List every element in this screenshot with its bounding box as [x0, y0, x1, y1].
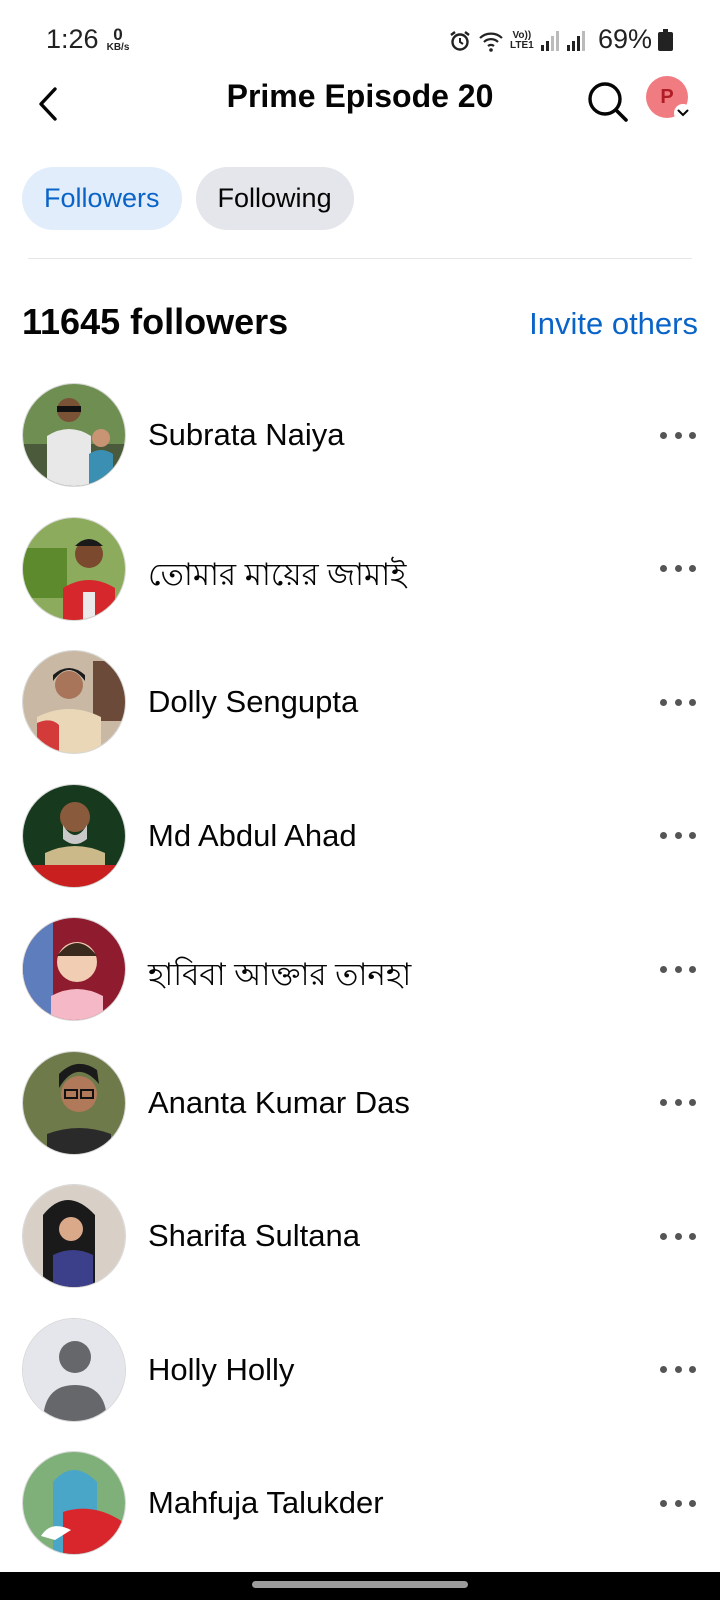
status-time: 1:26	[46, 24, 99, 54]
invite-others-link[interactable]: Invite others	[529, 306, 698, 342]
wifi-icon	[479, 32, 503, 52]
list-item[interactable]: হাবিবা আক্তার তানহা	[0, 917, 720, 1051]
signal-icon	[540, 31, 559, 51]
more-options-button[interactable]	[660, 828, 696, 844]
more-options-button[interactable]	[660, 694, 696, 710]
follower-name[interactable]: Holly Holly	[148, 1352, 294, 1388]
list-item[interactable]: Mahfuja Talukder	[0, 1451, 720, 1585]
avatar[interactable]	[22, 1451, 126, 1555]
follower-name[interactable]: Subrata Naiya	[148, 417, 344, 453]
more-options-button[interactable]	[660, 1362, 696, 1378]
status-icons: Vo)) LTE1	[448, 28, 586, 54]
list-item[interactable]: তোমার মায়ের জামাই	[0, 516, 720, 651]
avatar[interactable]	[22, 917, 126, 1021]
avatar[interactable]	[22, 650, 126, 754]
tab-following[interactable]: Following	[195, 167, 354, 230]
divider	[28, 258, 692, 259]
alarm-icon	[450, 31, 470, 51]
followers-list: Subrata Naiya তোমার মায়ের জামাই Dolly S…	[0, 383, 720, 1585]
avatar[interactable]	[22, 516, 126, 621]
avatar[interactable]	[22, 1184, 126, 1288]
list-item[interactable]: Holly Holly	[0, 1317, 720, 1452]
avatar[interactable]	[22, 783, 126, 888]
tab-followers[interactable]: Followers	[22, 167, 182, 230]
battery-icon	[658, 29, 673, 51]
signal-icon	[566, 31, 585, 51]
system-navigation-bar	[0, 1572, 720, 1600]
more-options-button[interactable]	[660, 1095, 696, 1111]
profile-avatar-button[interactable]: P	[646, 76, 692, 122]
followers-count-title: 11645 followers	[22, 301, 289, 342]
follower-name[interactable]: Md Abdul Ahad	[148, 818, 357, 854]
network-speed: 0 KB/s	[106, 25, 130, 53]
more-options-button[interactable]	[660, 961, 696, 977]
more-options-button[interactable]	[660, 427, 696, 443]
follower-name[interactable]: Sharifa Sultana	[148, 1218, 360, 1254]
avatar[interactable]	[22, 383, 126, 487]
more-options-button[interactable]	[660, 561, 696, 577]
list-item[interactable]: Md Abdul Ahad	[0, 783, 720, 918]
status-bar: 1:26 0 KB/s Vo)) LTE1 69%	[0, 0, 720, 80]
tab-bar: Followers Following	[22, 167, 354, 230]
list-item[interactable]: Ananta Kumar Das	[0, 1050, 720, 1185]
top-app-bar: Prime Episode 20 P	[0, 72, 720, 152]
volte-indicator: Vo)) LTE1	[510, 30, 534, 51]
home-indicator[interactable]	[252, 1581, 468, 1588]
search-icon	[588, 82, 628, 122]
chevron-down-icon	[674, 104, 692, 122]
list-item[interactable]: Subrata Naiya	[0, 383, 720, 517]
follower-name[interactable]: Mahfuja Talukder	[148, 1485, 384, 1521]
avatar[interactable]	[22, 1317, 126, 1422]
follower-name[interactable]: Dolly Sengupta	[148, 684, 358, 720]
follower-name[interactable]: হাবিবা আক্তার তানহা	[148, 951, 411, 1003]
more-options-button[interactable]	[660, 1495, 696, 1511]
battery-level: 69%	[598, 24, 653, 54]
list-item[interactable]: Sharifa Sultana	[0, 1184, 720, 1318]
search-button[interactable]	[584, 76, 632, 128]
more-options-button[interactable]	[660, 1228, 696, 1244]
avatar[interactable]	[22, 1050, 126, 1155]
list-item[interactable]: Dolly Sengupta	[0, 650, 720, 784]
follower-name[interactable]: Ananta Kumar Das	[148, 1085, 410, 1121]
follower-name[interactable]: তোমার মায়ের জামাই	[148, 551, 406, 603]
